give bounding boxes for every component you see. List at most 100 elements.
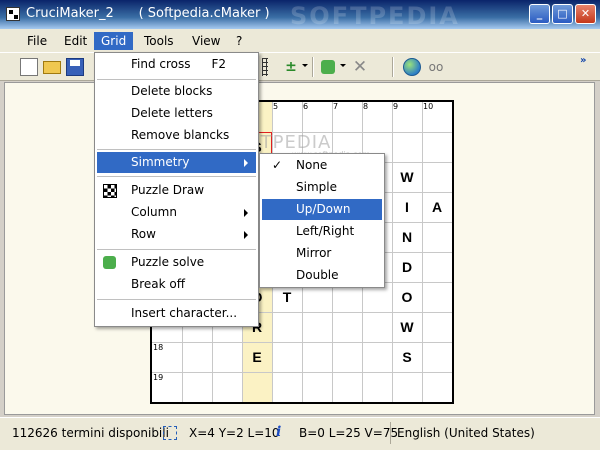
- submenu-item-label: Up/Down: [296, 202, 351, 216]
- status-language: English (United States): [390, 422, 535, 444]
- glasses-icon[interactable]: oo: [427, 58, 445, 76]
- puzzle-icon: [103, 256, 116, 269]
- toolbar-separator: [312, 57, 314, 77]
- grid-position-icon: [163, 426, 177, 440]
- menu-edit[interactable]: Edit: [57, 32, 94, 50]
- menu-bar: File Edit Grid Tools View ?: [0, 29, 600, 53]
- submenu-item-up-down[interactable]: Up/Down: [262, 199, 382, 220]
- grid-letter[interactable]: D: [392, 252, 422, 282]
- menu-item-label: Column: [131, 205, 177, 219]
- menu-item-row[interactable]: Row: [97, 224, 256, 245]
- status-bar: 112626 termini disponibili X=4 Y=2 L=10 …: [0, 417, 600, 450]
- menu-tools[interactable]: Tools: [137, 32, 181, 50]
- menu-separator: [97, 79, 256, 80]
- grid-letter[interactable]: N: [392, 222, 422, 252]
- menu-item-find-cross[interactable]: Find cross F2: [97, 54, 256, 75]
- column-number: 10: [423, 102, 434, 111]
- menu-item-label: Break off: [131, 277, 186, 291]
- menu-item-puzzle-draw[interactable]: Puzzle Draw: [97, 180, 256, 201]
- menu-item-delete-blocks[interactable]: Delete blocks: [97, 81, 256, 102]
- globe-icon[interactable]: [403, 58, 421, 76]
- grid-letter[interactable]: I: [392, 192, 422, 222]
- submenu-item-none[interactable]: ✓ None: [262, 155, 382, 176]
- status-cursor-position: X=4 Y=2 L=10: [189, 426, 280, 440]
- grid-letter[interactable]: A: [422, 192, 452, 222]
- menu-item-label: Delete letters: [131, 106, 213, 120]
- info-icon: i: [276, 424, 282, 440]
- row-number: 19: [153, 373, 164, 382]
- column-number: 5: [273, 102, 279, 111]
- column-number: 8: [363, 102, 369, 111]
- menu-item-simmetry[interactable]: Simmetry: [97, 152, 256, 173]
- status-terms-available: 112626 termini disponibili: [12, 426, 169, 440]
- toolbar: ± ✕ oo »: [0, 53, 600, 81]
- shortcut-label: F2: [211, 57, 226, 71]
- menu-item-delete-letters[interactable]: Delete letters: [97, 103, 256, 124]
- grid-letter[interactable]: S: [392, 342, 422, 372]
- puzzle-icon[interactable]: [321, 60, 335, 74]
- menu-help[interactable]: ?: [229, 32, 249, 50]
- submenu-arrow-icon: [244, 209, 248, 217]
- menu-grid[interactable]: Grid: [94, 32, 134, 50]
- open-folder-icon[interactable]: [43, 61, 61, 74]
- menu-file[interactable]: File: [20, 32, 54, 50]
- grid-menu: Find cross F2 Delete blocks Delete lette…: [94, 52, 259, 327]
- submenu-item-double[interactable]: Double: [262, 265, 382, 286]
- titlebar-watermark: SOFTPEDIA: [290, 2, 460, 30]
- menu-item-label: Puzzle Draw: [131, 183, 205, 197]
- submenu-item-label: Simple: [296, 180, 337, 194]
- menu-separator: [97, 176, 256, 177]
- submenu-item-label: None: [296, 158, 328, 172]
- menu-item-insert-character[interactable]: Insert character...: [97, 303, 256, 324]
- menu-item-break-off[interactable]: Break off: [97, 274, 256, 295]
- submenu-item-simple[interactable]: Simple: [262, 177, 382, 198]
- submenu-item-label: Double: [296, 268, 339, 282]
- simmetry-submenu: ✓ None Simple Up/Down Left/Right Mirror …: [259, 153, 385, 288]
- column-number: 9: [393, 102, 399, 111]
- menu-item-label: Find cross: [131, 57, 191, 71]
- menu-item-puzzle-solve[interactable]: Puzzle solve: [97, 252, 256, 273]
- status-counts: B=0 L=25 V=75: [299, 426, 399, 440]
- cross-icon[interactable]: ✕: [351, 58, 369, 76]
- menu-item-label: Puzzle solve: [131, 255, 205, 269]
- row-number: 18: [153, 343, 164, 352]
- grid-letter[interactable]: W: [392, 162, 422, 192]
- menu-item-label: Delete blocks: [131, 84, 213, 98]
- menu-view[interactable]: View: [185, 32, 227, 50]
- menu-item-label: Remove blancks: [131, 128, 230, 142]
- column-number: 6: [303, 102, 309, 111]
- app-icon: [6, 7, 20, 21]
- window-title: CruciMaker_2 ( Softpedia.cMaker ): [26, 6, 270, 21]
- submenu-item-mirror[interactable]: Mirror: [262, 243, 382, 264]
- menu-separator: [97, 299, 256, 300]
- checkerboard-icon: [103, 184, 117, 198]
- submenu-item-left-right[interactable]: Left/Right: [262, 221, 382, 242]
- grid-icon[interactable]: [262, 58, 268, 76]
- plus-minus-icon[interactable]: ±: [282, 58, 300, 76]
- menu-item-label: Insert character...: [131, 306, 238, 320]
- puzzle-dropdown-icon[interactable]: [340, 64, 346, 67]
- column-number: 7: [333, 102, 339, 111]
- grid-line: [152, 372, 452, 373]
- plus-minus-dropdown-icon[interactable]: [302, 64, 308, 67]
- toolbar-overflow-icon[interactable]: »: [580, 55, 586, 66]
- submenu-arrow-icon: [244, 159, 248, 167]
- grid-letter[interactable]: W: [392, 312, 422, 342]
- new-document-icon[interactable]: [20, 58, 38, 76]
- toolbar-separator: [392, 57, 394, 77]
- submenu-item-label: Mirror: [296, 246, 332, 260]
- menu-separator: [97, 149, 256, 150]
- menu-item-label: Row: [131, 227, 156, 241]
- close-button[interactable]: ✕: [575, 4, 596, 24]
- maximize-button[interactable]: □: [552, 4, 573, 24]
- grid-letter[interactable]: E: [242, 342, 272, 372]
- checkmark-icon: ✓: [272, 158, 283, 172]
- minimize-button[interactable]: _: [529, 4, 550, 24]
- menu-item-remove-blancks[interactable]: Remove blancks: [97, 125, 256, 146]
- submenu-item-label: Left/Right: [296, 224, 355, 238]
- menu-item-column[interactable]: Column: [97, 202, 256, 223]
- submenu-arrow-icon: [244, 231, 248, 239]
- grid-letter[interactable]: O: [392, 282, 422, 312]
- save-disk-icon[interactable]: [66, 58, 84, 76]
- menu-item-label: Simmetry: [131, 155, 190, 169]
